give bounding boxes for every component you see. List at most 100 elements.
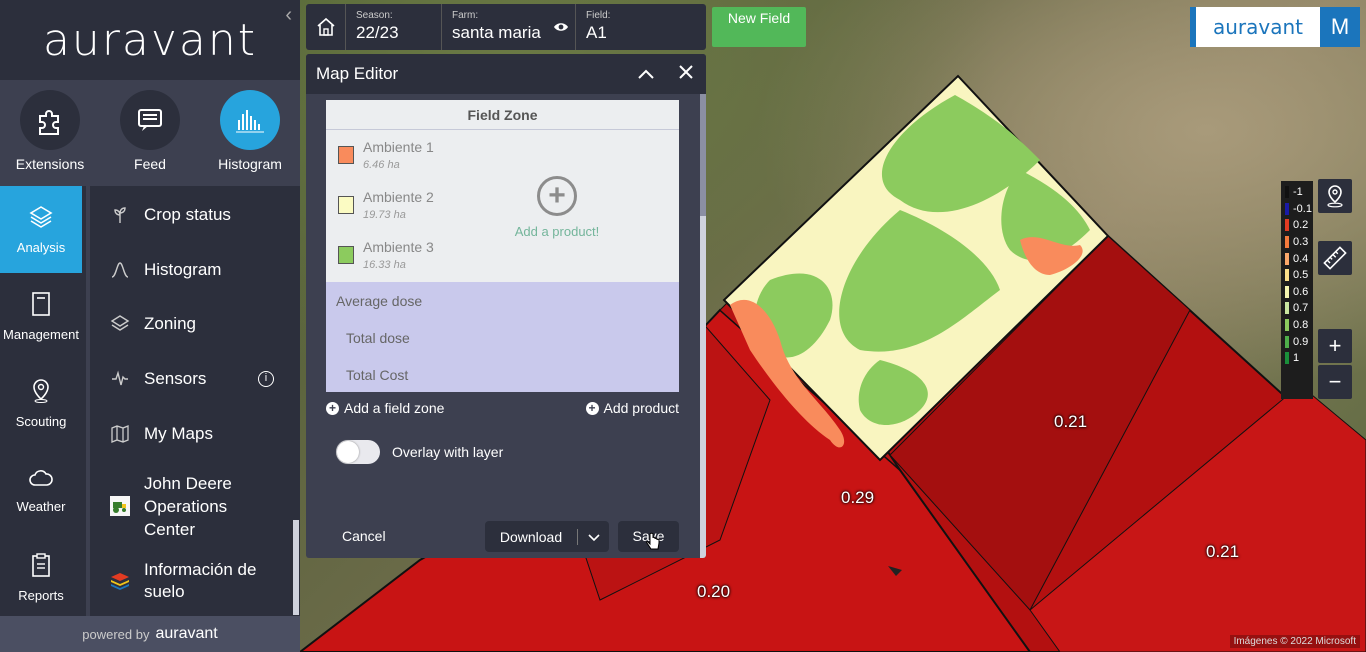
pin-icon bbox=[33, 379, 49, 403]
menu-item-john-deere[interactable]: John Deere Operations Center bbox=[90, 462, 300, 550]
field-selector[interactable]: Field: A1 bbox=[576, 4, 620, 50]
curve-icon bbox=[108, 260, 132, 280]
overlay-toggle[interactable] bbox=[336, 440, 380, 464]
field-value: A1 bbox=[586, 23, 607, 42]
chat-icon bbox=[120, 90, 180, 150]
season-value: 22/23 bbox=[356, 23, 399, 42]
add-product-placeholder[interactable]: + Add a product! bbox=[501, 176, 613, 239]
menu-item-histogram[interactable]: Histogram bbox=[90, 244, 300, 296]
map-editor-title: Map Editor bbox=[316, 64, 399, 83]
menu-label: My Maps bbox=[144, 424, 213, 443]
map-editor-header: Map Editor bbox=[306, 54, 706, 94]
chevron-down-icon[interactable] bbox=[578, 529, 609, 545]
powered-prefix: powered by bbox=[82, 626, 150, 642]
zone-value-label: 0.21 bbox=[1054, 412, 1088, 431]
rail-label: Management bbox=[3, 327, 79, 342]
plant-icon bbox=[108, 205, 132, 225]
legend-row: -1 bbox=[1285, 184, 1313, 201]
rail-label: Reports bbox=[18, 588, 64, 603]
collapse-panel-icon[interactable] bbox=[626, 63, 666, 86]
map-attribution: Imágenes © 2022 Microsoft bbox=[1229, 635, 1360, 648]
season-label: Season: bbox=[356, 10, 393, 21]
zone-name: Ambiente 3 bbox=[363, 239, 434, 255]
hand-cursor-icon bbox=[646, 532, 660, 550]
zoom-out-button[interactable]: − bbox=[1318, 365, 1352, 399]
add-product-label: Add product bbox=[603, 400, 680, 416]
zone-value-label: 0.29 bbox=[841, 488, 875, 507]
home-button[interactable] bbox=[306, 4, 346, 50]
farm-selector[interactable]: Farm: santa maria bbox=[442, 4, 576, 50]
menu-label: Información de suelo bbox=[144, 560, 257, 601]
menu-scrollbar[interactable] bbox=[293, 520, 299, 615]
zone-name: Ambiente 2 bbox=[363, 189, 434, 205]
legend-row: 0.3 bbox=[1285, 234, 1313, 251]
editor-scrollbar[interactable] bbox=[700, 94, 706, 558]
location-pin-icon bbox=[1327, 185, 1343, 208]
ndvi-legend: -1 -0.1 0.2 0.3 0.4 0.5 0.6 0.7 0.8 0.9 … bbox=[1281, 181, 1313, 399]
user-avatar[interactable]: M bbox=[1320, 7, 1360, 47]
rail-item-weather[interactable]: Weather bbox=[0, 447, 82, 534]
season-selector[interactable]: Season: 22/23 bbox=[346, 4, 442, 50]
info-icon[interactable]: i bbox=[258, 371, 274, 387]
field-zone-header: Field Zone bbox=[326, 100, 679, 130]
layers-icon bbox=[29, 206, 53, 228]
cancel-button[interactable]: Cancel bbox=[342, 528, 386, 544]
rail-item-reports[interactable]: Reports bbox=[0, 534, 82, 621]
zoom-in-button[interactable]: + bbox=[1318, 329, 1352, 363]
left-sidebar: auravant ‹ Extensions Feed Histogram Ana… bbox=[0, 0, 300, 652]
close-icon[interactable] bbox=[666, 63, 706, 86]
tool-extensions[interactable]: Extensions bbox=[5, 90, 95, 186]
add-field-zone-label: Add a field zone bbox=[344, 400, 445, 416]
add-product-link[interactable]: + Add product bbox=[585, 400, 680, 416]
legend-row: 0.4 bbox=[1285, 250, 1313, 267]
rail-item-analysis[interactable]: Analysis bbox=[0, 186, 82, 273]
tool-label: Extensions bbox=[15, 156, 85, 172]
total-dose-label: Total dose bbox=[346, 329, 410, 346]
zone-area: 6.46 ha bbox=[363, 159, 400, 171]
zone-color-swatch bbox=[338, 196, 354, 214]
zone-color-swatch bbox=[338, 146, 354, 164]
rail-item-scouting[interactable]: Scouting bbox=[0, 360, 82, 447]
menu-item-soil-info[interactable]: Información de suelo bbox=[90, 550, 300, 612]
context-topbar: Season: 22/23 Farm: santa maria Field: A… bbox=[306, 4, 706, 50]
total-cost-label: Total Cost bbox=[346, 366, 409, 383]
menu-item-crop-status[interactable]: Crop status bbox=[90, 186, 300, 244]
measure-button[interactable] bbox=[1318, 241, 1352, 275]
locate-button[interactable] bbox=[1318, 179, 1352, 213]
zone-value-label: 0.21 bbox=[1206, 542, 1240, 561]
legend-row: 1 bbox=[1285, 350, 1313, 367]
legend-row: 0.6 bbox=[1285, 284, 1313, 301]
overlay-label: Overlay with layer bbox=[392, 444, 504, 460]
rail-item-management[interactable]: Management bbox=[0, 273, 82, 360]
tractor-icon bbox=[108, 496, 132, 516]
zone-color-swatch bbox=[338, 246, 354, 264]
tool-label: Histogram bbox=[218, 156, 282, 172]
zone-name: Ambiente 1 bbox=[363, 139, 434, 155]
editor-scrollbar-thumb[interactable] bbox=[700, 94, 706, 216]
menu-item-sensors[interactable]: Sensors i bbox=[90, 352, 300, 406]
download-button[interactable]: Download bbox=[485, 521, 609, 552]
plus-circle-icon: + bbox=[585, 401, 599, 415]
collapse-sidebar-icon[interactable]: ‹ bbox=[285, 4, 292, 27]
toggle-knob bbox=[337, 441, 359, 463]
brand-logo-badge: auravant bbox=[1190, 7, 1320, 47]
stack-icon bbox=[108, 314, 132, 334]
map-icon bbox=[108, 424, 132, 444]
menu-label: John Deere Operations Center bbox=[144, 473, 232, 539]
tool-histogram[interactable]: Histogram bbox=[205, 90, 295, 186]
menu-item-my-maps[interactable]: My Maps bbox=[90, 406, 300, 462]
menu-item-zoning[interactable]: Zoning bbox=[90, 296, 300, 352]
zone-area: 19.73 ha bbox=[363, 209, 406, 221]
editor-footer: Cancel Download Save bbox=[306, 520, 700, 552]
eye-icon[interactable] bbox=[553, 21, 569, 33]
soil-layers-icon bbox=[108, 571, 132, 591]
minus-icon: − bbox=[1328, 369, 1342, 394]
tool-feed[interactable]: Feed bbox=[105, 90, 195, 186]
zone-row[interactable]: Ambiente 1 6.46 ha bbox=[326, 130, 679, 180]
editor-actions: + Add a field zone + Add product bbox=[326, 400, 679, 416]
legend-row: 0.9 bbox=[1285, 333, 1313, 350]
overlay-row: Overlay with layer bbox=[336, 440, 503, 464]
rail-label: Analysis bbox=[16, 240, 66, 255]
add-field-zone-link[interactable]: + Add a field zone bbox=[326, 400, 444, 416]
new-field-button[interactable]: New Field bbox=[712, 7, 806, 47]
